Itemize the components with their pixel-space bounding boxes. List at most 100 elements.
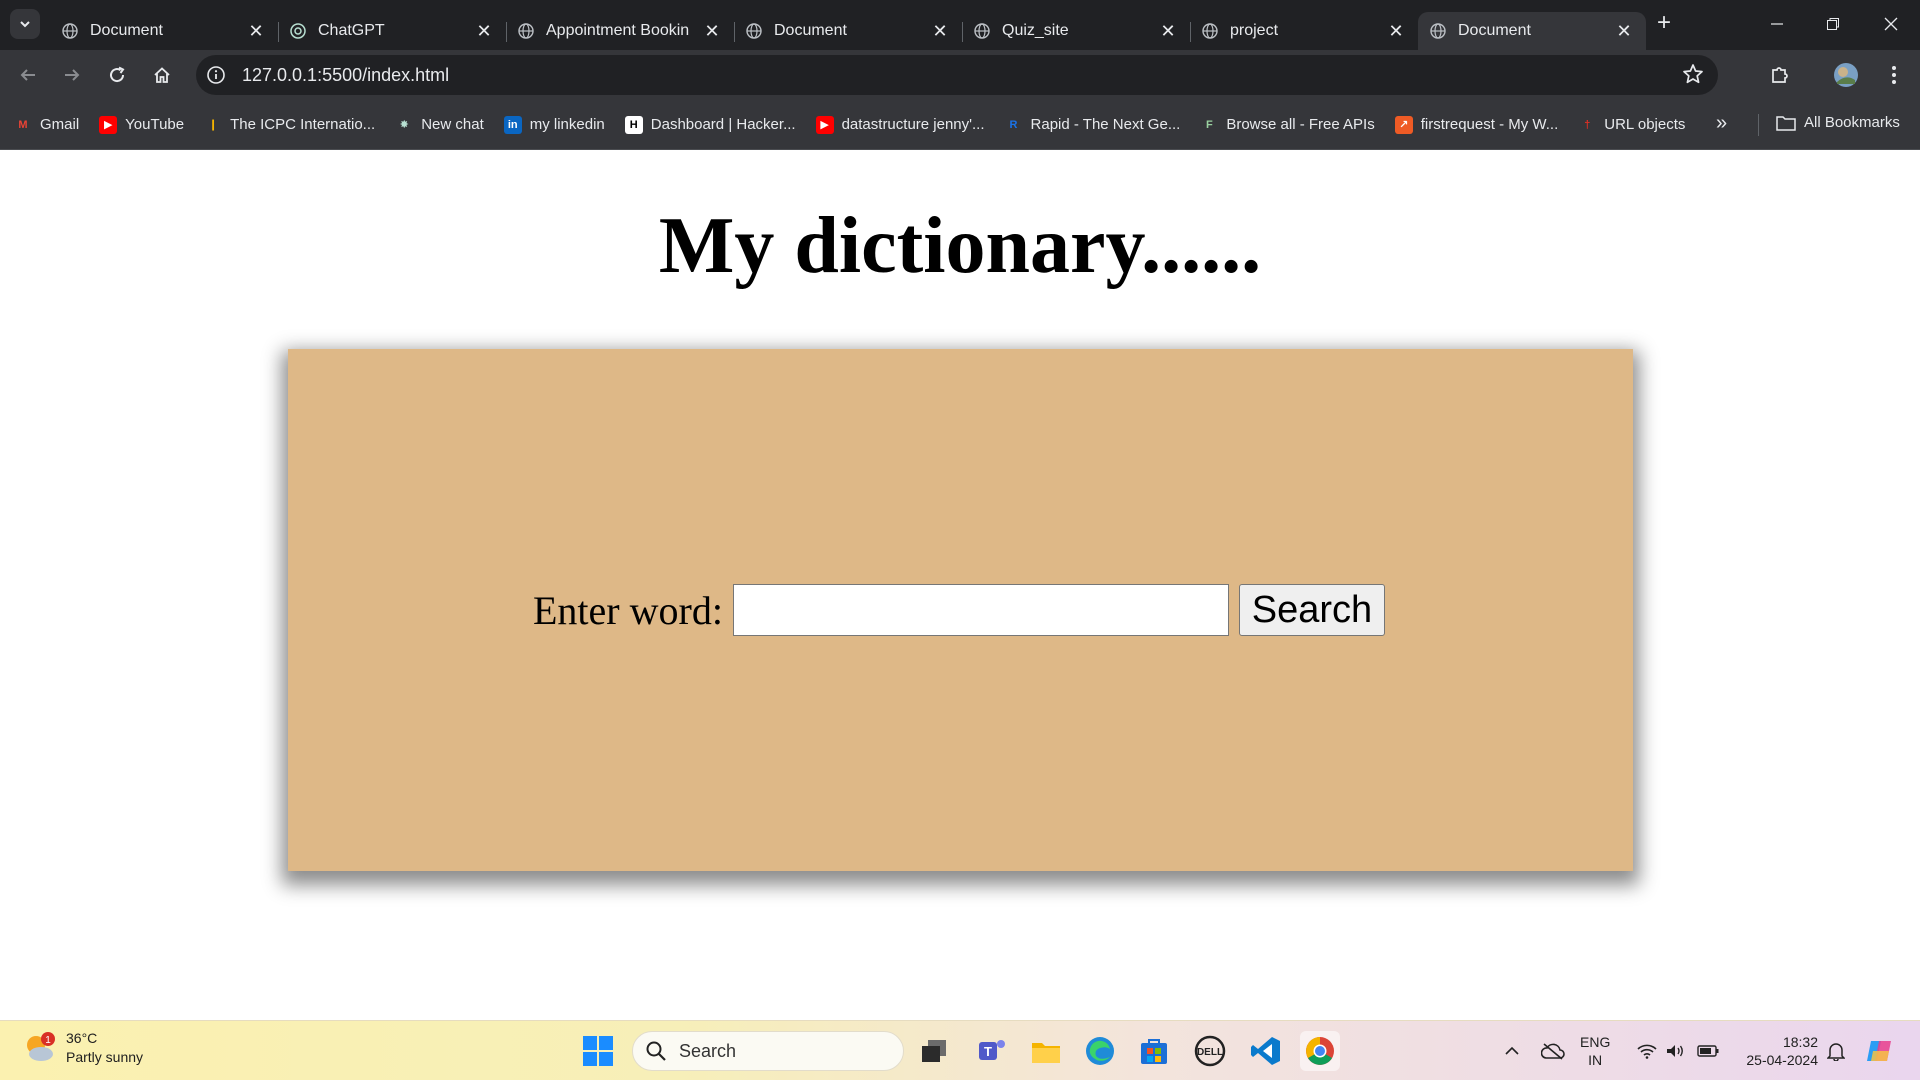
- site-info-icon[interactable]: [202, 61, 230, 89]
- restore-button[interactable]: [1810, 8, 1856, 40]
- more-vertical-icon: [1892, 66, 1896, 84]
- search-form: Enter word: Search: [533, 584, 1385, 636]
- browser-menu-button[interactable]: [1878, 59, 1910, 91]
- close-tab-icon[interactable]: ✕: [1386, 21, 1406, 41]
- onedrive-tray[interactable]: [1538, 1021, 1568, 1080]
- tab-title: Document: [774, 22, 847, 39]
- close-tab-icon[interactable]: ✕: [702, 21, 722, 41]
- web-page: My dictionary...... Enter word: Search: [0, 151, 1920, 1020]
- search-button[interactable]: Search: [1238, 584, 1385, 636]
- bookmark-star-icon[interactable]: [1682, 63, 1704, 90]
- bookmark-item[interactable]: F Browse all - Free APIs: [1200, 116, 1375, 134]
- home-button[interactable]: [146, 59, 178, 91]
- tab-title: Quiz_site: [1002, 22, 1069, 39]
- wifi-tray[interactable]: [1636, 1021, 1658, 1080]
- bookmark-item[interactable]: ▶ YouTube: [99, 115, 185, 134]
- browser-tab[interactable]: ChatGPT ✕: [278, 12, 506, 50]
- bookmark-item[interactable]: H Dashboard | Hacker...: [624, 115, 796, 134]
- microsoft-store-app[interactable]: [1134, 1031, 1174, 1071]
- weather-widget[interactable]: 1 36°C Partly sunny: [22, 1029, 143, 1067]
- bookmark-label: New chat: [421, 116, 484, 133]
- url-text[interactable]: 127.0.0.1:5500/index.html: [242, 65, 449, 86]
- folder-icon: [1032, 1043, 1060, 1063]
- volume-icon: [1667, 1045, 1683, 1057]
- profile-avatar[interactable]: [1830, 59, 1862, 91]
- start-button[interactable]: [582, 1035, 614, 1072]
- mdn-icon: †: [1584, 118, 1591, 131]
- bookmark-item[interactable]: † URL objects: [1578, 116, 1685, 134]
- bookmark-label: Dashboard | Hacker...: [650, 116, 796, 133]
- bookmark-item[interactable]: M Gmail: [14, 116, 79, 134]
- forward-button[interactable]: [56, 59, 88, 91]
- vscode-app[interactable]: [1246, 1031, 1286, 1071]
- edge-app[interactable]: [1080, 1031, 1120, 1071]
- clock[interactable]: 18:32 25-04-2024: [1734, 1033, 1818, 1069]
- address-bar[interactable]: 127.0.0.1:5500/index.html: [196, 55, 1718, 95]
- language-code: ENG: [1580, 1034, 1611, 1050]
- language-indicator[interactable]: ENG IN: [1580, 1033, 1610, 1069]
- weather-desc: Partly sunny: [66, 1049, 144, 1065]
- weather-temp: 36°C: [66, 1030, 98, 1046]
- battery-icon: [1697, 1045, 1719, 1057]
- reload-button[interactable]: [101, 59, 133, 91]
- close-tab-icon[interactable]: ✕: [1614, 21, 1634, 41]
- svg-text:T: T: [984, 1044, 992, 1059]
- file-explorer-app[interactable]: [1026, 1031, 1066, 1071]
- bookmark-label: Rapid - The Next Ge...: [1030, 116, 1181, 133]
- weather-badge: 1: [45, 1035, 51, 1046]
- browser-tab[interactable]: Document ✕: [1418, 12, 1646, 50]
- taskbar-search[interactable]: Search: [632, 1031, 904, 1071]
- task-view-button[interactable]: [914, 1031, 954, 1071]
- show-hidden-icons-button[interactable]: [1500, 1021, 1524, 1080]
- tab-title: Appointment Bookin: [546, 22, 690, 39]
- clock-date: 25-04-2024: [1746, 1052, 1818, 1068]
- back-button[interactable]: [12, 59, 44, 91]
- bookmark-item[interactable]: ✸ New chat: [395, 116, 484, 134]
- puzzle-icon: [1772, 67, 1788, 83]
- teams-app[interactable]: T: [972, 1031, 1012, 1071]
- youtube-icon: ▶: [815, 115, 834, 134]
- bookmark-label: YouTube: [125, 116, 185, 133]
- bookmark-item[interactable]: R Rapid - The Next Ge...: [1005, 116, 1181, 134]
- bookmark-item[interactable]: in my linkedin: [503, 115, 605, 134]
- extensions-button[interactable]: [1764, 59, 1796, 91]
- icpc-icon: ❙: [208, 119, 218, 131]
- tab-title: ChatGPT: [318, 22, 385, 39]
- globe-icon: [1202, 23, 1218, 39]
- bookmark-item[interactable]: ▶ datastructure jenny'...: [815, 115, 985, 134]
- word-input[interactable]: [732, 584, 1229, 636]
- bookmark-label: firstrequest - My W...: [1420, 116, 1559, 133]
- close-window-button[interactable]: [1868, 8, 1914, 40]
- new-tab-button[interactable]: +: [1652, 11, 1676, 36]
- chatgpt-icon: [290, 23, 306, 39]
- svg-text:DELL: DELL: [1197, 1047, 1223, 1058]
- close-tab-icon[interactable]: ✕: [474, 21, 494, 41]
- youtube-icon: ▶: [99, 115, 118, 134]
- bookmark-item[interactable]: ↗ firstrequest - My W...: [1394, 115, 1559, 134]
- browser-tab[interactable]: Document ✕: [50, 12, 278, 50]
- tab-search-button[interactable]: [10, 9, 40, 39]
- browser-tab[interactable]: Quiz_site ✕: [962, 12, 1190, 50]
- bookmark-label: Gmail: [40, 116, 80, 133]
- notifications-button[interactable]: [1824, 1021, 1848, 1080]
- close-tab-icon[interactable]: ✕: [246, 21, 266, 41]
- close-tab-icon[interactable]: ✕: [1158, 21, 1178, 41]
- enter-word-label: Enter word:: [533, 587, 723, 633]
- all-bookmarks-button[interactable]: All Bookmarks: [1776, 114, 1900, 131]
- bookmark-item[interactable]: ❙ The ICPC Internatio...: [204, 116, 376, 134]
- globe-icon: [746, 23, 762, 39]
- more-bookmarks-button[interactable]: »: [1716, 112, 1727, 135]
- minimize-button[interactable]: [1754, 8, 1800, 40]
- tab-strip: Document ✕ ChatGPT ✕ Appointment Bookin ✕ Docu…: [50, 6, 1646, 50]
- volume-tray[interactable]: [1664, 1021, 1686, 1080]
- copilot-button[interactable]: [1862, 1021, 1898, 1080]
- battery-tray[interactable]: [1696, 1021, 1720, 1080]
- chrome-app[interactable]: [1300, 1031, 1340, 1071]
- home-icon: [154, 67, 170, 83]
- close-tab-icon[interactable]: ✕: [930, 21, 950, 41]
- dell-app[interactable]: DELL: [1190, 1031, 1230, 1071]
- browser-tab[interactable]: Document ✕: [734, 12, 962, 50]
- globe-icon: [974, 23, 990, 39]
- browser-tab[interactable]: Appointment Bookin ✕: [506, 12, 734, 50]
- browser-tab[interactable]: project ✕: [1190, 12, 1418, 50]
